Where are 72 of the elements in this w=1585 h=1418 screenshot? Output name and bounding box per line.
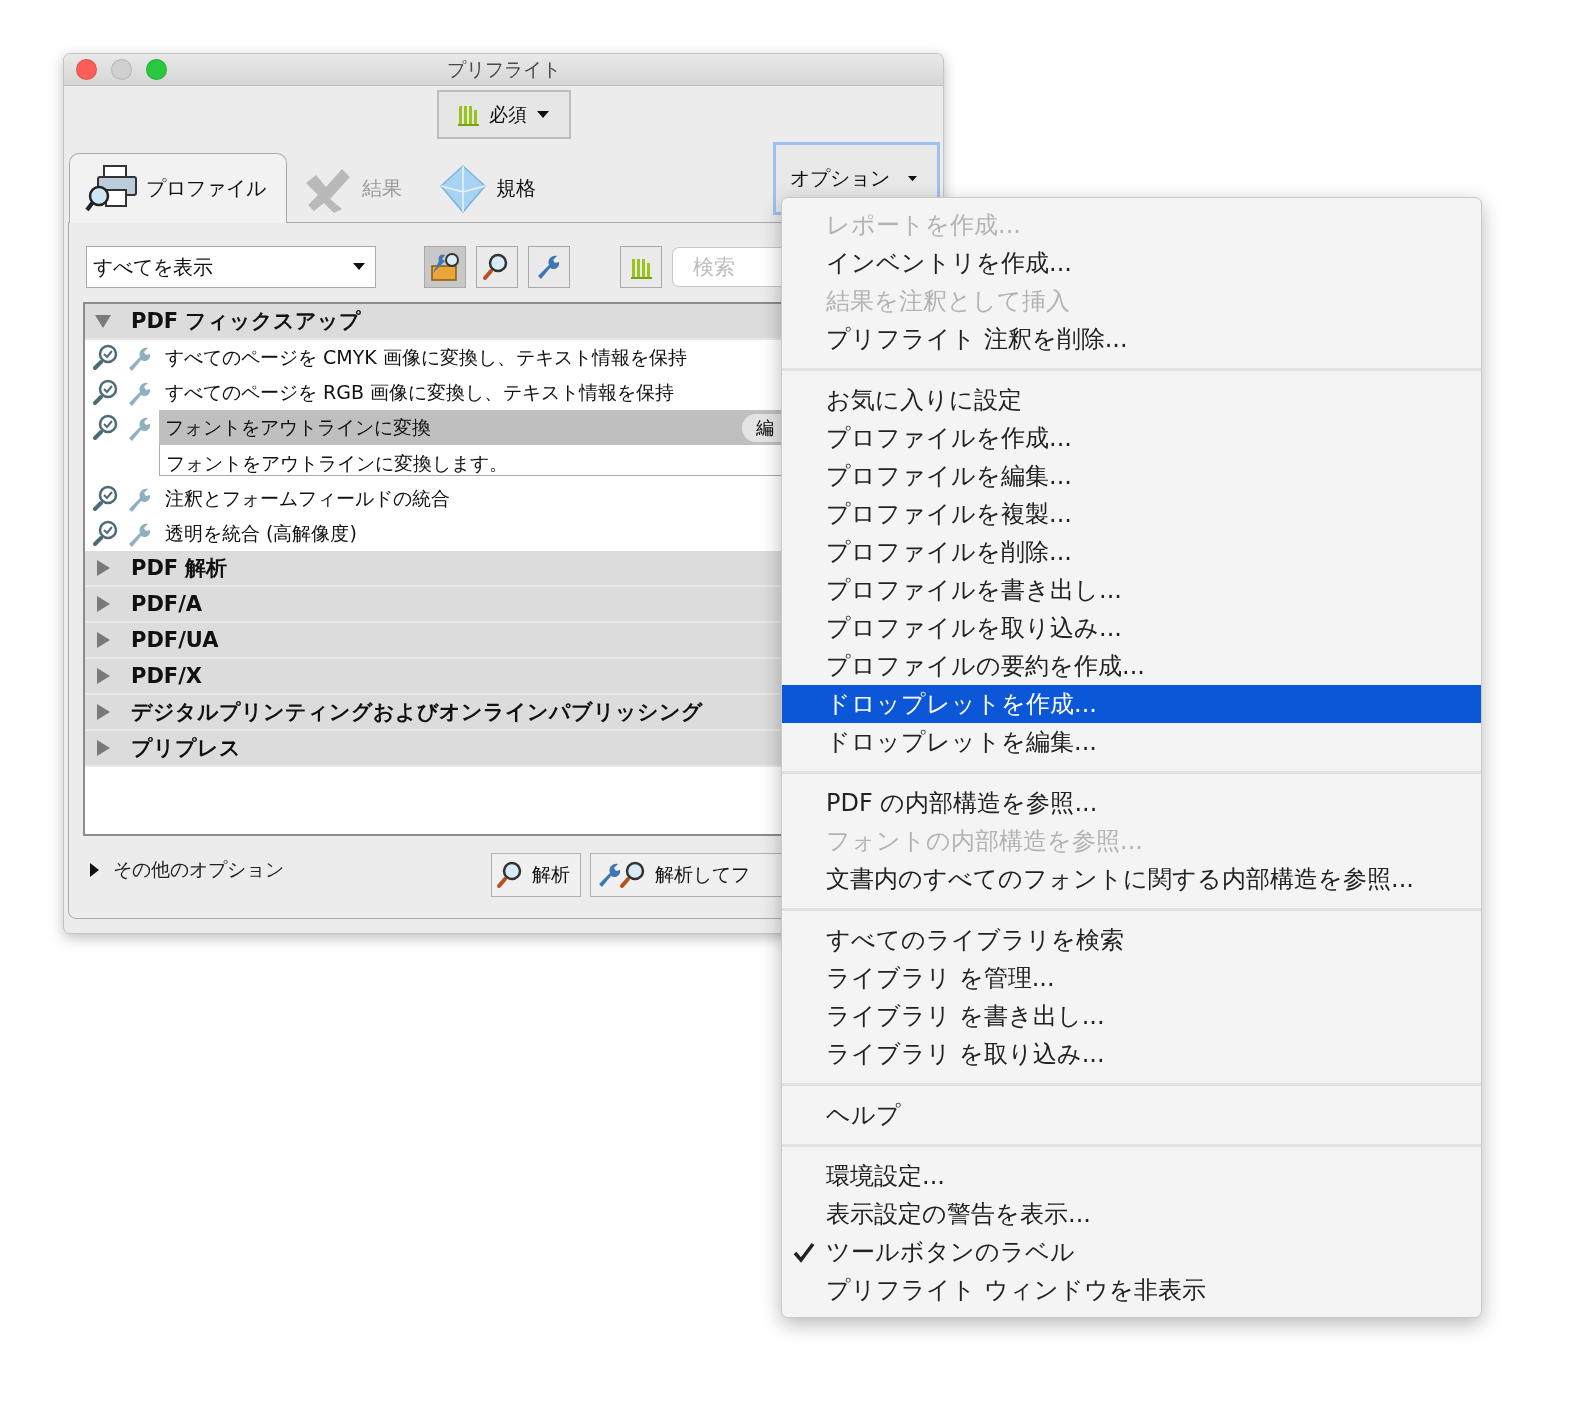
- menu-item[interactable]: プロファイルを作成...: [782, 419, 1481, 457]
- menu-item[interactable]: 表示設定の警告を表示...: [782, 1195, 1481, 1233]
- expand-triangle-icon: [95, 740, 111, 756]
- profile-row[interactable]: すべてのページを CMYK 画像に変換し、テキスト情報を保持: [159, 340, 782, 375]
- caret-icon: [908, 174, 917, 183]
- expand-triangle-icon: [95, 632, 111, 648]
- tab[interactable]: プロファイル: [69, 153, 287, 223]
- group-header[interactable]: PDF/UA: [85, 623, 782, 659]
- caret-icon: [537, 110, 549, 119]
- menu-item[interactable]: ライブラリ を書き出し...: [782, 997, 1481, 1035]
- profile-row[interactable]: フォントをアウトラインに変換 編: [159, 410, 782, 445]
- analyze-button[interactable]: 解析: [491, 853, 581, 897]
- expand-triangle-icon: [95, 560, 111, 576]
- bar-chart-icon: [458, 103, 479, 126]
- menu-item[interactable]: プロファイルを取り込み...: [782, 609, 1481, 647]
- profile-selector[interactable]: 必須: [436, 90, 571, 139]
- group-header[interactable]: PDF フィックスアップ: [85, 304, 782, 340]
- group-header[interactable]: デジタルプリンティングおよびオンラインパブリッシング: [85, 695, 782, 731]
- magnifier-check-icon: [93, 520, 119, 546]
- menu-item[interactable]: プロファイルを複製...: [782, 495, 1481, 533]
- expand-triangle-icon: [95, 668, 111, 684]
- search-field[interactable]: 検索: [672, 247, 782, 287]
- profile-row[interactable]: 注釈とフォームフィールドの統合: [159, 481, 782, 516]
- menu-item[interactable]: すべてのライブラリを検索: [782, 921, 1481, 959]
- menu-item[interactable]: プリフライト ウィンドウを非表示: [782, 1271, 1481, 1309]
- magnifier-check-icon: [93, 344, 119, 370]
- search-checks-button[interactable]: [476, 246, 518, 288]
- window-title: プリフライト: [446, 56, 561, 82]
- analyze-and-fix-button[interactable]: 解析してフ: [590, 853, 782, 897]
- menu-item[interactable]: ライブラリ を取り込み...: [782, 1035, 1481, 1073]
- profile-description: フォントをアウトラインに変換します。: [159, 445, 782, 476]
- menu-item[interactable]: ドロップレットを編集...: [782, 723, 1481, 761]
- magnifier-check-icon: [93, 379, 119, 405]
- expand-triangle-icon: [89, 863, 99, 877]
- menu-item[interactable]: お気に入りに設定: [782, 381, 1481, 419]
- printer-magnifier-icon: [84, 163, 138, 214]
- menu-item[interactable]: プロファイルの要約を作成...: [782, 647, 1481, 685]
- caret-icon: [353, 263, 365, 271]
- close-button[interactable]: [76, 59, 97, 80]
- menu-item[interactable]: プロファイルを編集...: [782, 457, 1481, 495]
- profile-row[interactable]: 透明を統合 (高解像度): [159, 516, 782, 551]
- expand-triangle-icon: [95, 704, 111, 720]
- menu-item[interactable]: ドロップレットを作成...: [782, 685, 1481, 723]
- fixups-button[interactable]: [528, 246, 570, 288]
- menu-item[interactable]: ヘルプ: [782, 1096, 1481, 1134]
- menu-item[interactable]: PDF の内部構造を参照...: [782, 784, 1481, 822]
- profile-row[interactable]: すべてのページを RGB 画像に変換し、テキスト情報を保持: [159, 375, 782, 410]
- menu-item[interactable]: インベントリを作成...: [782, 244, 1481, 282]
- group-header[interactable]: PDF/X: [85, 659, 782, 695]
- menu-item[interactable]: プロファイルを削除...: [782, 533, 1481, 571]
- fixup-tools-button[interactable]: [424, 246, 466, 288]
- edit-button[interactable]: 編: [742, 413, 782, 442]
- diamond-icon: [438, 163, 488, 214]
- group-header[interactable]: プリプレス: [85, 731, 782, 767]
- menu-item[interactable]: ツールボタンのラベル: [782, 1233, 1481, 1271]
- magnifier-check-icon: [93, 414, 119, 440]
- chart-button[interactable]: [620, 246, 662, 288]
- magnifier-check-icon: [93, 485, 119, 511]
- menu-item[interactable]: 文書内のすべてのフォントに関する内部構造を参照...: [782, 860, 1481, 898]
- menu-item[interactable]: 環境設定...: [782, 1157, 1481, 1195]
- group-header[interactable]: PDF 解析: [85, 551, 782, 587]
- zoom-button[interactable]: [146, 59, 167, 80]
- collapse-triangle-icon: [95, 313, 111, 329]
- expand-triangle-icon: [95, 596, 111, 612]
- minimize-button[interactable]: [111, 59, 132, 80]
- menu-item[interactable]: ライブラリ を管理...: [782, 959, 1481, 997]
- menu-item[interactable]: プロファイルを書き出し...: [782, 571, 1481, 609]
- filter-dropdown[interactable]: すべてを表示: [86, 246, 376, 288]
- more-options-toggle[interactable]: その他のオプション: [89, 853, 491, 883]
- group-header[interactable]: PDF/A: [85, 587, 782, 623]
- menu-item[interactable]: プリフライト 注釈を削除...: [782, 320, 1481, 358]
- toolbox-icon: [429, 251, 461, 283]
